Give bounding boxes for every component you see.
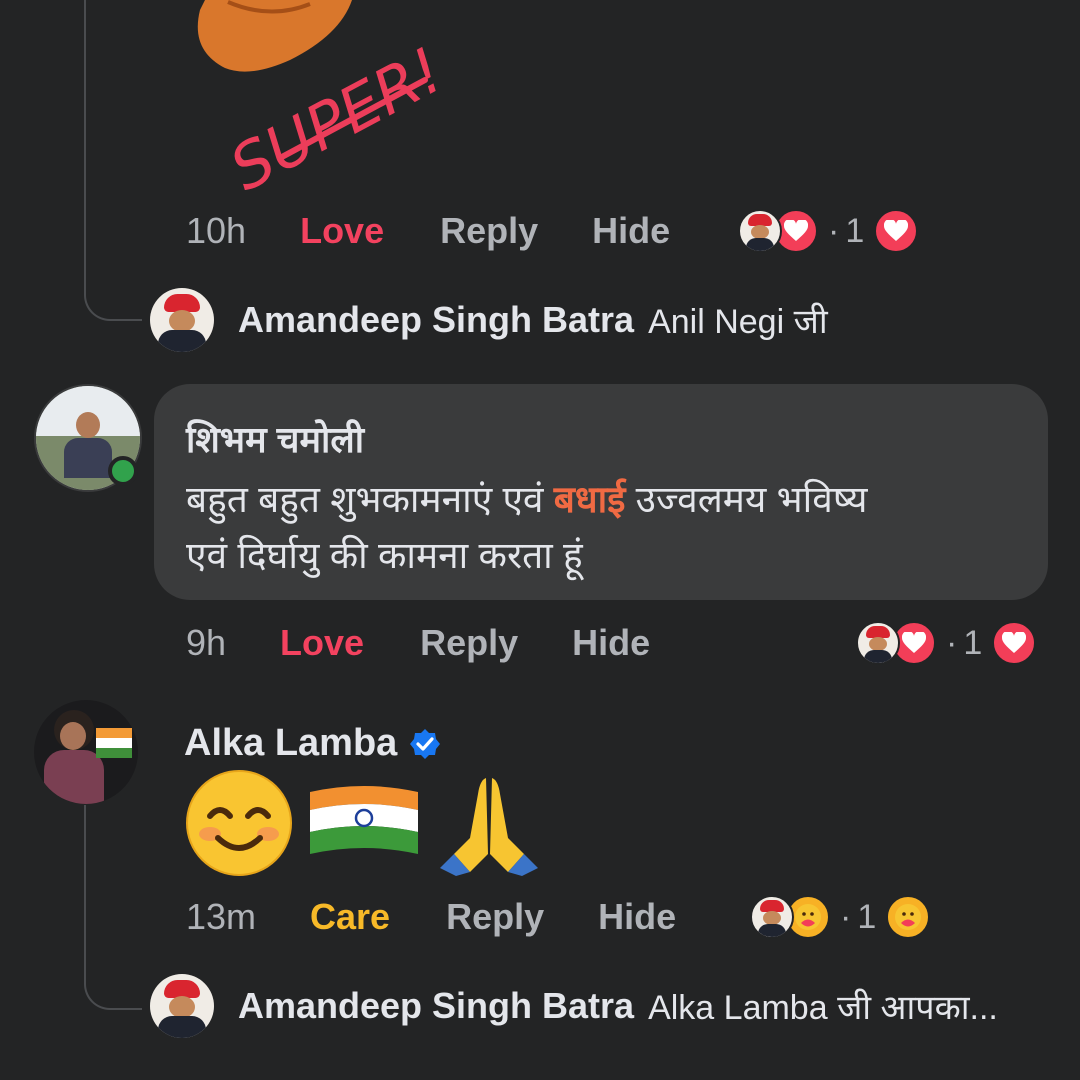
care-reaction-button[interactable]: Care: [310, 896, 390, 938]
reply-author-name[interactable]: Amandeep Singh Batra: [238, 299, 634, 341]
comment-time: 10h: [186, 210, 247, 251]
reply-snippet: Anil Negi जी: [648, 303, 828, 341]
reaction-count: 1: [845, 211, 865, 250]
avatar[interactable]: [150, 288, 214, 352]
reaction-separator: ·: [946, 623, 958, 662]
reply-snippet: Alka Lamba जी आपका...: [648, 989, 998, 1027]
comment-actions: 10h Love Reply Hide: [186, 206, 670, 256]
india-flag-icon: [310, 786, 418, 854]
reply-button[interactable]: Reply: [440, 210, 538, 252]
super-sticker[interactable]: SUPER!: [180, 0, 455, 205]
reaction-count: 1: [857, 897, 877, 936]
reply-button[interactable]: Reply: [446, 896, 544, 938]
reactor-avatar: [738, 209, 782, 253]
comment-text-highlight: बधाई: [553, 479, 626, 520]
reaction-summary[interactable]: · 1: [738, 206, 919, 256]
verified-badge-icon: [410, 728, 441, 759]
comment-bubble[interactable]: शिभम चमोली बहुत बहुत शुभकामनाएं एवं बधाई…: [154, 384, 1048, 600]
comment-time: 9h: [186, 622, 227, 663]
avatar[interactable]: [34, 700, 138, 804]
comment-text-line2: एवं दिर्घायु की कामना करता हूं: [186, 535, 583, 576]
commenter-name[interactable]: शिभम चमोली: [186, 414, 364, 463]
thread-line: [84, 805, 86, 955]
reaction-summary[interactable]: · 1: [750, 892, 931, 942]
comment-actions: 13m Care Reply Hide: [186, 892, 676, 942]
reaction-summary[interactable]: · 1: [856, 618, 1037, 668]
heart-icon: [992, 621, 1037, 665]
love-reaction-button[interactable]: Love: [300, 210, 384, 252]
comment-text: बहुत बहुत शुभकामनाएं एवं बधाई उज्वलमय भव…: [186, 472, 1036, 584]
hide-button[interactable]: Hide: [598, 896, 676, 938]
hide-button[interactable]: Hide: [592, 210, 670, 252]
reactor-avatar: [750, 895, 794, 939]
comment-text-part: बहुत बहुत शुभकामनाएं एवं: [186, 479, 554, 520]
reaction-count: 1: [963, 623, 983, 662]
reaction-separator: ·: [840, 897, 852, 936]
thread-connector: [84, 255, 142, 321]
reactor-avatar: [856, 621, 900, 665]
reply-preview[interactable]: Amandeep Singh Batra Anil Negi जी: [238, 288, 828, 352]
thread-connector: [84, 950, 142, 1010]
comment-actions: 9h Love Reply Hide: [186, 618, 650, 668]
reply-preview[interactable]: Amandeep Singh Batra Alka Lamba जी आपका.…: [238, 974, 998, 1038]
folded-hands-icon: [440, 778, 538, 876]
reaction-separator: ·: [828, 211, 840, 250]
commenter-name-text[interactable]: Alka Lamba: [184, 722, 397, 765]
comment-time: 13m: [186, 896, 257, 937]
hide-button[interactable]: Hide: [572, 622, 650, 664]
comment-text-part: उज्वलमय भविष्य: [625, 479, 868, 520]
emoji-comment: [184, 768, 544, 878]
care-icon: [886, 895, 931, 939]
reply-author-name[interactable]: Amandeep Singh Batra: [238, 985, 634, 1027]
online-status-indicator: [108, 456, 138, 486]
reply-button[interactable]: Reply: [420, 622, 518, 664]
commenter-name[interactable]: Alka Lamba: [184, 722, 441, 765]
thread-line: [84, 0, 86, 260]
heart-icon: [874, 209, 919, 253]
avatar[interactable]: [150, 974, 214, 1038]
smiling-face-icon: [186, 770, 292, 876]
love-reaction-button[interactable]: Love: [280, 622, 364, 664]
